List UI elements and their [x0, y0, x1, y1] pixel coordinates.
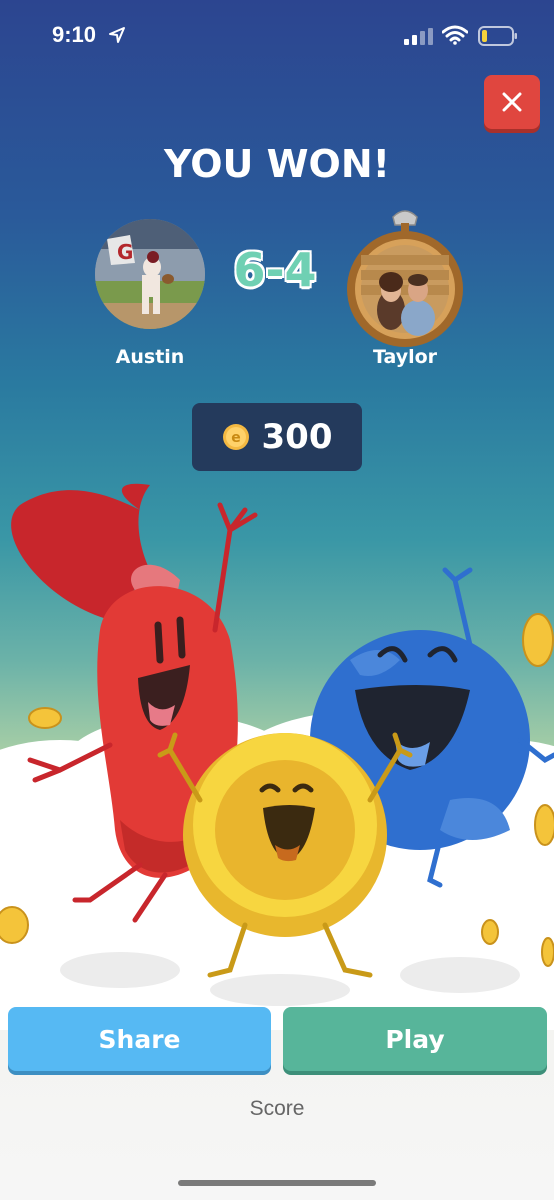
status-bar: 9:10: [0, 0, 554, 74]
player-name-left: Austin: [115, 346, 185, 368]
close-icon: [502, 92, 522, 112]
battery-icon: [478, 26, 517, 46]
share-button[interactable]: Share: [8, 1007, 271, 1071]
match-score: 6-4: [233, 243, 317, 297]
svg-text:G: G: [117, 240, 133, 264]
status-time: 9:10: [52, 22, 97, 47]
play-button[interactable]: Play: [283, 1007, 547, 1071]
home-indicator[interactable]: [178, 1180, 376, 1186]
player-avatar-left[interactable]: G: [95, 219, 205, 329]
reward-box: e 300: [192, 403, 362, 471]
result-title: YOU WON!: [164, 142, 390, 186]
wifi-icon: [442, 25, 468, 45]
frame-top-ornament: [392, 210, 418, 233]
coin-icon: e: [222, 424, 249, 450]
score-link[interactable]: Score: [0, 1097, 554, 1121]
location-arrow-icon: [109, 27, 125, 43]
celebration-illustration: [0, 483, 554, 1030]
player-name-right: Taylor: [372, 346, 438, 368]
close-button[interactable]: [484, 75, 540, 129]
reward-amount: 300: [261, 417, 333, 457]
player-avatar-right[interactable]: [346, 230, 464, 348]
svg-text:e: e: [231, 430, 241, 446]
cellular-signal-icon: [404, 28, 433, 45]
